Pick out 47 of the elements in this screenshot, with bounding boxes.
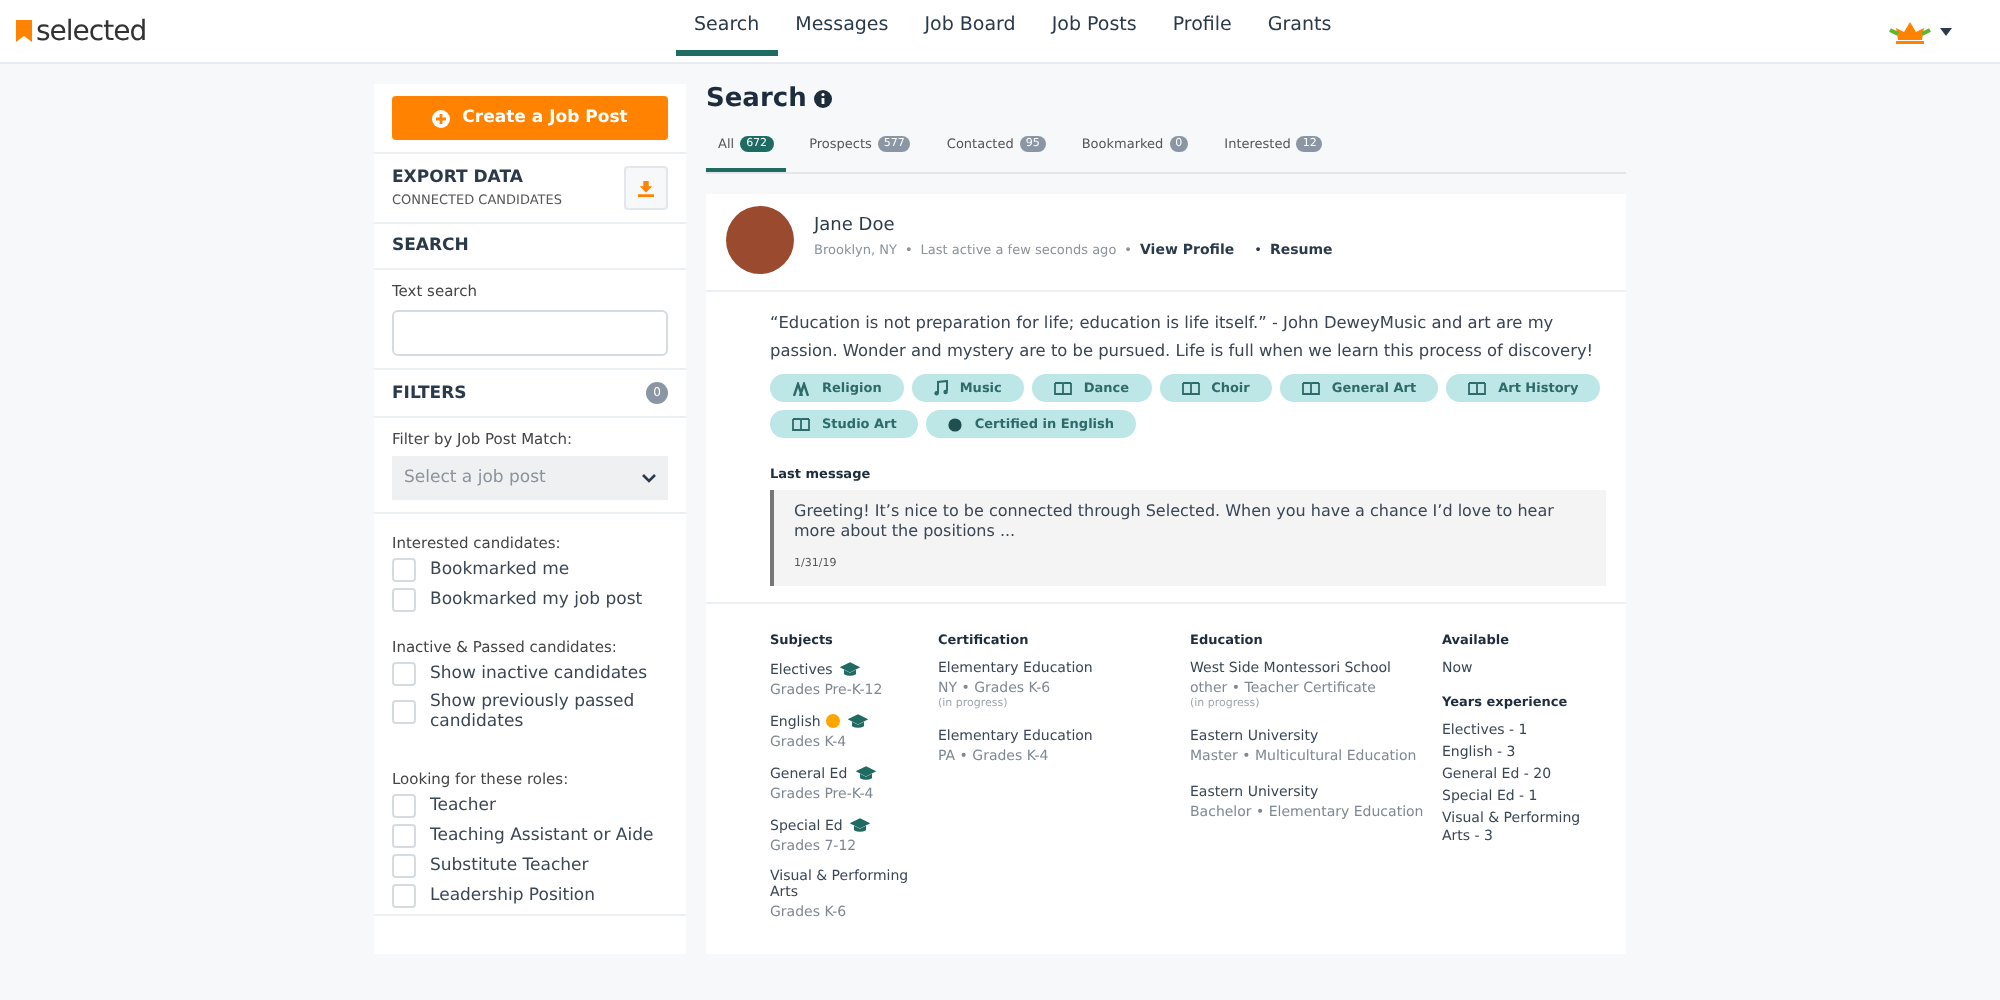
book-icon bbox=[1053, 381, 1072, 395]
book-icon bbox=[1181, 381, 1200, 395]
info-icon[interactable] bbox=[814, 90, 833, 108]
caret-icon[interactable] bbox=[1940, 27, 1952, 35]
candidate-name: Jane Doe bbox=[814, 216, 897, 236]
people-icon bbox=[792, 381, 810, 395]
checkbox[interactable] bbox=[392, 794, 416, 818]
plus-circle-icon bbox=[432, 109, 451, 127]
download-button[interactable] bbox=[624, 166, 668, 210]
section-title: SEARCH bbox=[392, 236, 471, 256]
checkbox-label: Bookmarked my job post bbox=[430, 590, 643, 610]
checkbox-label: Show previously passed candidates bbox=[430, 692, 637, 732]
avatar-placeholder bbox=[726, 206, 794, 274]
checkbox-label: Substitute Teacher bbox=[430, 856, 589, 876]
book-icon bbox=[1301, 381, 1320, 395]
nav-tab[interactable]: Messages bbox=[777, 0, 907, 56]
logo-text: selected bbox=[36, 15, 147, 47]
book-icon bbox=[1468, 381, 1487, 395]
chevron-down-icon bbox=[642, 473, 656, 483]
book-icon bbox=[792, 417, 810, 431]
checkbox[interactable] bbox=[392, 588, 416, 612]
export-title: EXPORT DATA bbox=[392, 168, 525, 188]
checkbox[interactable] bbox=[392, 558, 416, 582]
nav-tab[interactable]: Grants bbox=[1249, 0, 1350, 56]
bookmark-icon bbox=[16, 20, 32, 42]
nav-tab[interactable]: Job Board bbox=[906, 0, 1034, 56]
seal-icon bbox=[948, 417, 963, 431]
checkbox-label: Teacher bbox=[430, 796, 496, 816]
checkbox[interactable] bbox=[392, 662, 416, 686]
nav-tab[interactable]: Job Posts bbox=[1033, 0, 1155, 56]
checkbox-label: Teaching Assistant or Aide bbox=[430, 826, 654, 846]
page-title: Search bbox=[706, 84, 807, 114]
download-icon bbox=[638, 179, 654, 197]
checkbox[interactable] bbox=[392, 854, 416, 878]
bio-text: “Education is not preparation for life; education is life itself.” - John DeweyMusic and art are my passion. Wonder and mystery are to be pursued. Life is full when we learn this process of discovery! bbox=[770, 310, 1596, 364]
checkbox-label: Show inactive candidates bbox=[430, 664, 648, 684]
message-text: Greeting! It’s nice to be connected through Selected. When you have a chance I’d love to hear more about the positions ... bbox=[794, 502, 1556, 542]
text-search-field[interactable] bbox=[392, 310, 668, 356]
nav-tab[interactable]: Profile bbox=[1154, 0, 1250, 56]
checkbox-label: Leadership Position bbox=[430, 886, 596, 906]
music-note-icon bbox=[933, 380, 948, 396]
checkbox-label: Bookmarked me bbox=[430, 560, 570, 580]
checkbox[interactable] bbox=[392, 884, 416, 908]
nav-tab[interactable]: Search bbox=[676, 0, 778, 56]
checkbox[interactable] bbox=[392, 824, 416, 848]
section-title: FILTERS bbox=[392, 383, 467, 403]
checkbox[interactable] bbox=[392, 700, 416, 724]
